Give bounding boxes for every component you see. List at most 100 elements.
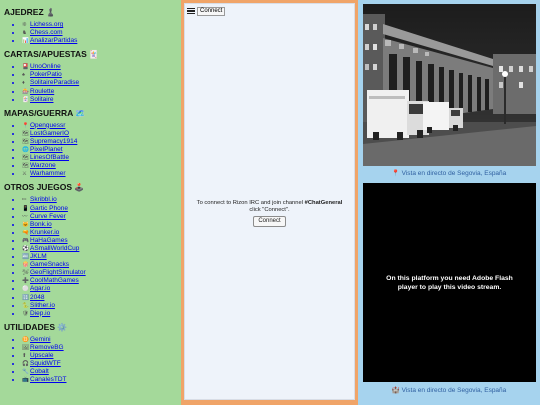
site-link[interactable]: PokerPatio [30, 71, 62, 78]
site-link[interactable]: Diep.io [30, 310, 50, 317]
link-icon: ♞ [22, 30, 27, 37]
site-link[interactable]: RemoveBG [30, 344, 64, 351]
site-link[interactable]: LostGamerIO [30, 130, 69, 137]
link-list-item: 🍿GameSnacks [22, 261, 181, 269]
link-icon: 📊 [22, 38, 29, 45]
site-link[interactable]: Skribbl.io [30, 196, 57, 203]
chat-menu-bar: Connect [187, 6, 226, 16]
link-list-item: 🔧Cobalt [22, 368, 181, 376]
site-link[interactable]: Chess.com [30, 29, 63, 36]
site-link[interactable]: CanalesTDT [30, 376, 66, 383]
site-link[interactable]: Openguessr [30, 122, 65, 129]
link-icon: 🔧 [22, 369, 29, 376]
link-icon: 🔢 [22, 294, 29, 301]
link-icon: 🔤 [22, 254, 29, 261]
site-link[interactable]: ASmallWorldCup [30, 245, 79, 252]
site-link[interactable]: SolitaireParadise [30, 79, 79, 86]
link-icon: 🎮 [22, 237, 29, 244]
link-list-item: 🗺LinesOfBattle [22, 154, 181, 162]
link-icon: ♠ [22, 72, 25, 79]
link-list: ✏Skribbl.io📱Gartic Phone〰Curve Fever🐱Bon… [22, 196, 181, 317]
site-link[interactable]: Agar.io [30, 285, 50, 292]
link-list-item: 🗺Supremacy1914 [22, 138, 181, 146]
site-link[interactable]: Warhammer [30, 170, 66, 177]
site-link[interactable]: CoolMathGames [30, 277, 79, 284]
site-link[interactable]: JKLM [30, 253, 47, 260]
section-emoji-icon: ⚙️ [57, 322, 67, 332]
site-link[interactable]: GameSnacks [30, 261, 69, 268]
site-link[interactable]: LinesOfBattle [30, 154, 69, 161]
link-list-item: 📺CanalesTDT [22, 376, 181, 384]
link-list-item: ➕CoolMathGames [22, 277, 181, 285]
link-list-item: 🐍Slither.io [22, 302, 181, 310]
link-icon: 🎰 [22, 88, 29, 95]
link-icon: ⚽ [22, 245, 29, 252]
site-link[interactable]: HaHaGames [30, 237, 68, 244]
link-list-item: 🃏Solitaire [22, 96, 181, 104]
chat-frame: Connect To connect to Rizon IRC and join… [184, 3, 355, 400]
link-list-item: 🎰Roulette [22, 88, 181, 96]
link-icon: 🐱 [22, 221, 29, 228]
link-list-item: ⚪Agar.io [22, 285, 181, 293]
link-list-item: ❊Lichess.org [22, 21, 181, 29]
link-icon: 📱 [22, 205, 29, 212]
link-icon: 🗺 [22, 163, 29, 170]
link-icon: 🖼 [22, 344, 29, 351]
link-list-item: 🎧SquidWTF [22, 360, 181, 368]
site-link[interactable]: GeoFlightSimulator [30, 269, 86, 276]
link-list-item: ♊Gemini [22, 336, 181, 344]
section-title: OTROS JUEGOS 🕹️ [4, 182, 181, 193]
link-list-item: 🎮HaHaGames [22, 237, 181, 245]
site-link[interactable]: Lichess.org [30, 21, 63, 28]
link-list-item: ♞Chess.com [22, 29, 181, 37]
site-link[interactable]: Warzone [30, 162, 56, 169]
site-link[interactable]: PixelPlanet [30, 146, 63, 153]
link-list: ♊Gemini🖼RemoveBG⬆Upscale🎧SquidWTF🔧Cobalt… [22, 336, 181, 385]
site-link[interactable]: Gemini [30, 336, 51, 343]
link-list-item: 🎴UnoOnline [22, 63, 181, 71]
link-icon: ⬆ [22, 353, 27, 359]
link-list-item: ⬆Upscale [22, 352, 181, 360]
left-links-panel: AJEDREZ♟️ ❊Lichess.org♞Chess.com📊Analizar… [0, 0, 181, 405]
section-title-text: UTILIDADES [4, 321, 55, 332]
link-icon: 🗺 [22, 155, 29, 162]
camera-caption: 📍 Vista en directo de Segovia, España [391, 170, 507, 177]
link-icon: 🍿 [22, 262, 29, 269]
connect-button[interactable]: Connect [253, 216, 286, 227]
link-list-item: 📍Openguessr [22, 122, 181, 130]
link-icon: 🎧 [22, 361, 29, 368]
connect-message-suffix: click "Connect". [249, 207, 290, 213]
site-link[interactable]: Gartic Phone [30, 205, 68, 212]
menu-connect-tab[interactable]: Connect [197, 6, 226, 16]
chat-panel: Connect To connect to Rizon IRC and join… [181, 0, 358, 405]
link-list-item: ⚔Warhammer [22, 170, 181, 178]
segovia-webcam-image[interactable] [363, 4, 536, 166]
site-link[interactable]: Bonk.io [30, 221, 52, 228]
link-list-item: 🔫Krunker.io [22, 229, 181, 237]
site-link[interactable]: AnalizarPartidas [30, 37, 77, 44]
link-list-item: 🔢2048 [22, 294, 181, 302]
site-link[interactable]: Roulette [30, 88, 54, 95]
chat-connect-message: To connect to Rizon IRC and join channel… [185, 200, 354, 227]
link-list-item: 🗺LostGamerIO [22, 130, 181, 138]
link-icon: 🗺 [22, 138, 29, 145]
site-link[interactable]: Curve Fever [30, 213, 66, 220]
site-link[interactable]: Solitaire [30, 96, 53, 103]
connect-message-text: To connect to Rizon IRC and join channel [196, 200, 305, 206]
site-link[interactable]: Slither.io [30, 302, 55, 309]
section-title: CARTAS/APUESTAS 🃏 [4, 49, 181, 60]
aqueduct-night-scene-image [363, 4, 536, 166]
flash-video-player[interactable]: On this platform you need Adobe Flash pl… [363, 183, 536, 382]
link-list-item: 🔤JKLM [22, 253, 181, 261]
site-link[interactable]: Upscale [30, 352, 53, 359]
site-link[interactable]: UnoOnline [30, 63, 61, 70]
site-link[interactable]: SquidWTF [30, 360, 61, 367]
site-link[interactable]: Supremacy1914 [30, 138, 77, 145]
link-list-item: 🖼RemoveBG [22, 344, 181, 352]
site-link[interactable]: Krunker.io [30, 229, 59, 236]
hamburger-menu-icon[interactable] [187, 8, 195, 14]
link-list-item: 📊AnalizarPartidas [22, 37, 181, 45]
site-link[interactable]: Cobalt [30, 368, 49, 375]
link-icon: 🃏 [22, 96, 29, 103]
site-link[interactable]: 2048 [30, 294, 44, 301]
